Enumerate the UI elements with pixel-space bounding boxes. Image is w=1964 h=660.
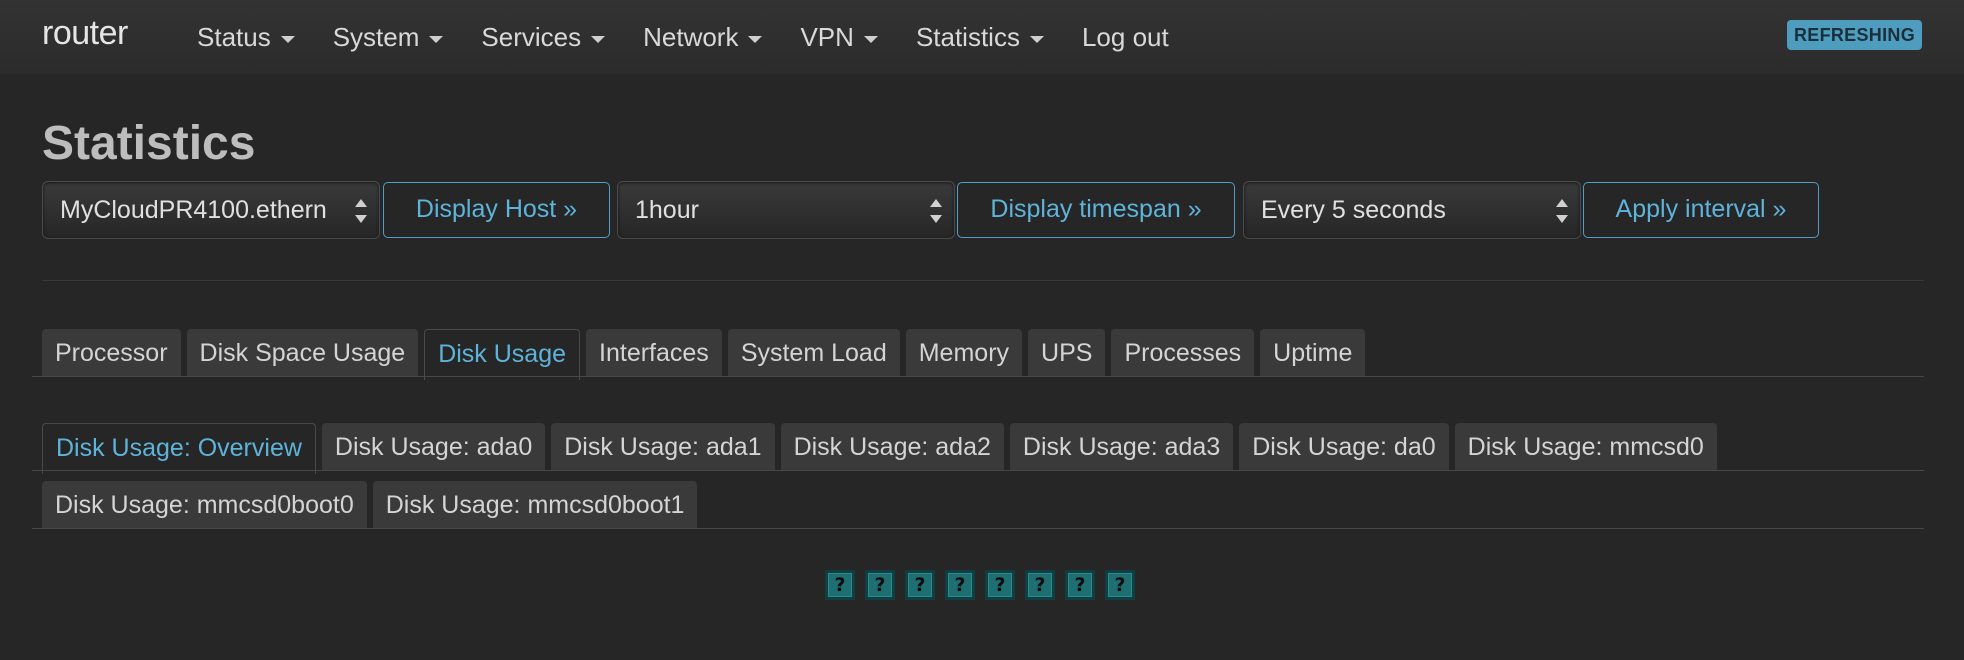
caret-down-icon [1029, 35, 1044, 43]
display-host-button[interactable]: Display Host » [383, 182, 610, 238]
subtab-disk-usage-mmcsd0[interactable]: Disk Usage: mmcsd0 [1454, 423, 1717, 471]
menu-item-log-out[interactable]: Log out [1082, 22, 1169, 53]
tab-processor[interactable]: Processor [42, 329, 181, 377]
subtab-disk-usage-overview[interactable]: Disk Usage: Overview [42, 423, 316, 474]
missing-graph-icon: ? [825, 570, 855, 600]
caret-down-icon [863, 35, 878, 43]
caret-down-icon [429, 35, 444, 43]
missing-graph-icon: ? [1025, 570, 1055, 600]
tab-processes[interactable]: Processes [1111, 329, 1255, 377]
missing-graph-icon: ? [945, 570, 975, 600]
menu-item-label: Services [481, 22, 582, 52]
missing-graph-icon: ? [1105, 570, 1135, 600]
subtab-disk-usage-mmcsd0boot1[interactable]: Disk Usage: mmcsd0boot1 [372, 481, 698, 529]
interval-select[interactable]: Every 5 seconds [1243, 181, 1581, 239]
subtab-disk-usage-ada3[interactable]: Disk Usage: ada3 [1009, 423, 1234, 471]
missing-graph-icon: ? [985, 570, 1015, 600]
menu-item-network[interactable]: Network [643, 22, 763, 53]
select-arrows-icon [1556, 199, 1568, 223]
menu-item-label: Statistics [915, 22, 1020, 52]
menu-item-label: Log out [1081, 22, 1169, 52]
select-arrows-icon [930, 199, 942, 223]
display-timespan-button[interactable]: Display timespan » [957, 182, 1235, 238]
subtab-disk-usage-mmcsd0boot0[interactable]: Disk Usage: mmcsd0boot0 [42, 481, 367, 529]
main-menu: Status System Services Network VPN Statistics… [197, 22, 1207, 53]
host-select[interactable]: MyCloudPR4100.ethern [42, 181, 380, 239]
page-title: Statistics [42, 117, 256, 170]
missing-graph-icon: ? [1065, 570, 1095, 600]
host-select-value: MyCloudPR4100.ethern [60, 196, 327, 224]
menu-item-statistics[interactable]: Statistics [916, 22, 1044, 53]
menu-item-services[interactable]: Services [481, 22, 606, 53]
tab-interfaces[interactable]: Interfaces [586, 329, 722, 377]
timespan-select-value: 1hour [635, 196, 699, 224]
disk-usage-subtabs-row2: Disk Usage: mmcsd0boot0 Disk Usage: mmcsd… [42, 481, 703, 529]
subtabs-baseline-2 [32, 528, 1924, 529]
tab-memory[interactable]: Memory [905, 329, 1023, 377]
caret-down-icon [280, 35, 295, 43]
select-arrows-icon [355, 199, 367, 223]
tab-disk-space-usage[interactable]: Disk Space Usage [186, 329, 419, 377]
disk-usage-subtabs-row1: Disk Usage: Overview Disk Usage: ada0 Disk… [42, 423, 1723, 474]
tab-uptime[interactable]: Uptime [1260, 329, 1366, 377]
timespan-select[interactable]: 1hour [617, 181, 955, 239]
tabs-baseline [32, 376, 1924, 377]
menu-item-label: VPN [800, 22, 854, 52]
menu-item-status[interactable]: Status [197, 22, 295, 53]
subtab-disk-usage-ada1[interactable]: Disk Usage: ada1 [551, 423, 775, 471]
tab-ups[interactable]: UPS [1028, 329, 1106, 377]
tab-disk-usage[interactable]: Disk Usage [424, 329, 581, 380]
brand-logo[interactable]: router [42, 14, 128, 53]
interval-select-value: Every 5 seconds [1261, 196, 1446, 224]
top-navbar: router Status System Services Network VPN Sta… [0, 0, 1964, 74]
missing-graph-icon: ? [905, 570, 935, 600]
refreshing-badge: REFRESHING [1786, 20, 1922, 50]
subtab-disk-usage-da0[interactable]: Disk Usage: da0 [1239, 423, 1449, 471]
menu-item-label: Status [197, 22, 271, 52]
subtab-disk-usage-ada2[interactable]: Disk Usage: ada2 [780, 423, 1004, 471]
menu-item-label: Network [643, 22, 739, 52]
subtabs-baseline-1 [32, 470, 1924, 471]
statistics-tabs: Processor Disk Space Usage Disk Usage Inter… [42, 329, 1371, 380]
apply-interval-button[interactable]: Apply interval » [1583, 182, 1819, 238]
menu-item-vpn[interactable]: VPN [800, 22, 878, 53]
caret-down-icon [748, 35, 763, 43]
subtab-disk-usage-ada0[interactable]: Disk Usage: ada0 [321, 423, 546, 471]
menu-item-system[interactable]: System [333, 22, 444, 53]
tab-system-load[interactable]: System Load [727, 329, 900, 377]
section-divider [42, 280, 1924, 281]
caret-down-icon [591, 35, 606, 43]
graph-placeholders: ???????? [825, 570, 1145, 600]
menu-item-label: System [332, 22, 420, 52]
missing-graph-icon: ? [865, 570, 895, 600]
